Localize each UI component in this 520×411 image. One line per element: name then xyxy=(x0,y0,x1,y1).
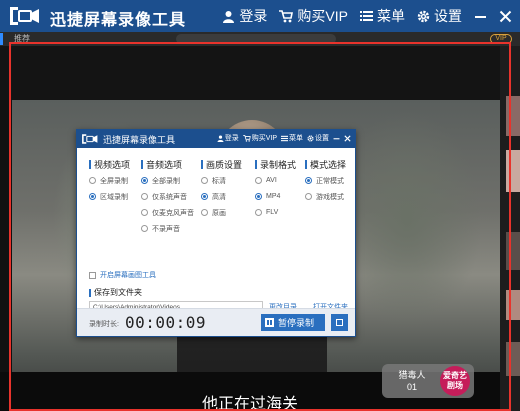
menu-button[interactable]: 菜单 xyxy=(360,6,405,26)
radio-button[interactable] xyxy=(201,209,208,216)
quality-options-group: 画质设置 标清 高清 原画 xyxy=(201,158,242,218)
menu-icon xyxy=(360,11,373,21)
cart-icon xyxy=(242,134,251,142)
option-audio-mic[interactable]: 仅麦克风声音 xyxy=(141,207,194,218)
radio-button[interactable] xyxy=(255,177,262,184)
recorder-nav: 登录 购买VIP 菜单 设置 xyxy=(217,133,351,143)
checkbox[interactable] xyxy=(89,271,96,279)
format-options-group: 录制格式 AVI MP4 FLV xyxy=(255,158,296,218)
gear-icon xyxy=(307,134,314,142)
recorder-title: 迅捷屏幕录像工具 xyxy=(103,135,176,145)
option-format-flv[interactable]: FLV xyxy=(255,207,296,218)
video-options-group: 视频选项 全屏录制 区域录制 xyxy=(89,158,130,202)
save-folder-label: 保存到文件夹 xyxy=(94,288,142,297)
duration-label: 录制时长: xyxy=(89,321,119,328)
recorder-menu-button[interactable]: 菜单 xyxy=(281,133,303,143)
video-options-label: 视频选项 xyxy=(94,159,131,170)
radio-button[interactable] xyxy=(141,209,148,216)
user-icon xyxy=(217,135,224,142)
option-region[interactable]: 区域录制 xyxy=(89,191,130,202)
buy-vip-label: 购买VIP xyxy=(297,8,348,24)
recorder-settings-label: 设置 xyxy=(315,135,329,142)
user-icon xyxy=(223,10,235,23)
brush-tool-label: 开启屏幕画图工具 xyxy=(100,272,156,279)
main-title-bar: 迅捷屏幕录像工具 登录 购买VIP 菜单 设置 xyxy=(0,0,520,32)
radio-button[interactable] xyxy=(305,177,312,184)
option-fullscreen[interactable]: 全屏录制 xyxy=(89,175,130,186)
minimize-icon[interactable] xyxy=(333,135,340,142)
gear-icon xyxy=(417,10,430,22)
mode-options-group: 模式选择 正常模式 游戏模式 xyxy=(305,158,346,202)
recorder-login-button[interactable]: 登录 xyxy=(217,133,239,143)
menu-label: 菜单 xyxy=(377,8,405,24)
app-logo-icon xyxy=(10,7,39,25)
stop-recording-button[interactable] xyxy=(331,314,348,331)
minimize-icon[interactable] xyxy=(474,10,487,23)
option-quality-hd[interactable]: 高清 xyxy=(201,191,242,202)
app-title: 迅捷屏幕录像工具 xyxy=(50,12,187,29)
close-icon[interactable] xyxy=(344,134,351,142)
option-mode-normal[interactable]: 正常模式 xyxy=(305,175,346,186)
recorder-settings-button[interactable]: 设置 xyxy=(307,133,329,143)
recorder-menu-label: 菜单 xyxy=(289,135,303,142)
radio-button[interactable] xyxy=(141,193,148,200)
pause-recording-button[interactable]: 暂停录制 xyxy=(261,314,325,331)
option-format-mp4[interactable]: MP4 xyxy=(255,191,296,202)
radio-button[interactable] xyxy=(141,177,148,184)
app-logo-icon xyxy=(82,134,98,144)
radio-button[interactable] xyxy=(201,193,208,200)
option-quality-original[interactable]: 原画 xyxy=(201,207,242,218)
pause-icon xyxy=(265,318,274,327)
recorder-vip-button[interactable]: 购买VIP xyxy=(242,133,277,143)
option-audio-none[interactable]: 不录声音 xyxy=(141,223,194,234)
recorder-login-label: 登录 xyxy=(224,135,239,142)
quality-options-label: 画质设置 xyxy=(206,159,243,170)
radio-button[interactable] xyxy=(141,225,148,232)
pause-label: 暂停录制 xyxy=(278,318,315,328)
radio-button[interactable] xyxy=(89,177,96,184)
main-nav: 登录 购买VIP 菜单 设置 xyxy=(222,6,512,26)
cart-icon xyxy=(279,9,294,22)
radio-button[interactable] xyxy=(201,177,208,184)
radio-button[interactable] xyxy=(255,193,262,200)
login-label: 登录 xyxy=(239,8,268,24)
buy-vip-button[interactable]: 购买VIP xyxy=(279,6,348,26)
radio-button[interactable] xyxy=(255,209,262,216)
recorder-footer: 录制时长: 00:00:09 暂停录制 xyxy=(77,308,355,336)
option-mode-game[interactable]: 游戏模式 xyxy=(305,191,346,202)
option-format-avi[interactable]: AVI xyxy=(255,175,296,186)
audio-options-group: 音频选项 全部录制 仅系统声音 仅麦克风声音 不录声音 xyxy=(141,158,194,234)
settings-button[interactable]: 设置 xyxy=(417,6,462,26)
radio-button[interactable] xyxy=(305,193,312,200)
option-quality-sd[interactable]: 标清 xyxy=(201,175,242,186)
audio-options-label: 音频选项 xyxy=(146,159,183,170)
recorder-title-bar[interactable]: 迅捷屏幕录像工具 登录 购买VIP 菜单 设置 xyxy=(77,130,355,148)
stop-icon xyxy=(336,319,343,326)
close-icon[interactable] xyxy=(499,10,512,23)
login-button[interactable]: 登录 xyxy=(222,6,267,26)
screen-recorder-app: 迅捷屏幕录像工具 登录 购买VIP 菜单 设置 推荐 VIP 他正在过海关 猎毒… xyxy=(0,0,520,411)
recorder-panel: 迅捷屏幕录像工具 登录 购买VIP 菜单 设置 视频选项 全屏录制 区域录制 音… xyxy=(76,129,356,337)
format-options-label: 录制格式 xyxy=(260,159,297,170)
settings-label: 设置 xyxy=(434,8,462,24)
radio-button[interactable] xyxy=(89,193,96,200)
recording-timer: 00:00:09 xyxy=(125,313,207,332)
menu-icon xyxy=(281,135,288,141)
browser-accent-marker xyxy=(0,33,3,45)
recorder-options: 视频选项 全屏录制 区域录制 音频选项 全部录制 仅系统声音 仅麦克风声音 不录… xyxy=(77,148,355,313)
brush-tool-toggle[interactable]: 开启屏幕画图工具 xyxy=(89,270,156,280)
mode-options-label: 模式选择 xyxy=(310,159,347,170)
recorder-vip-label: 购买VIP xyxy=(251,135,277,142)
option-audio-system[interactable]: 仅系统声音 xyxy=(141,191,194,202)
option-audio-all[interactable]: 全部录制 xyxy=(141,175,194,186)
